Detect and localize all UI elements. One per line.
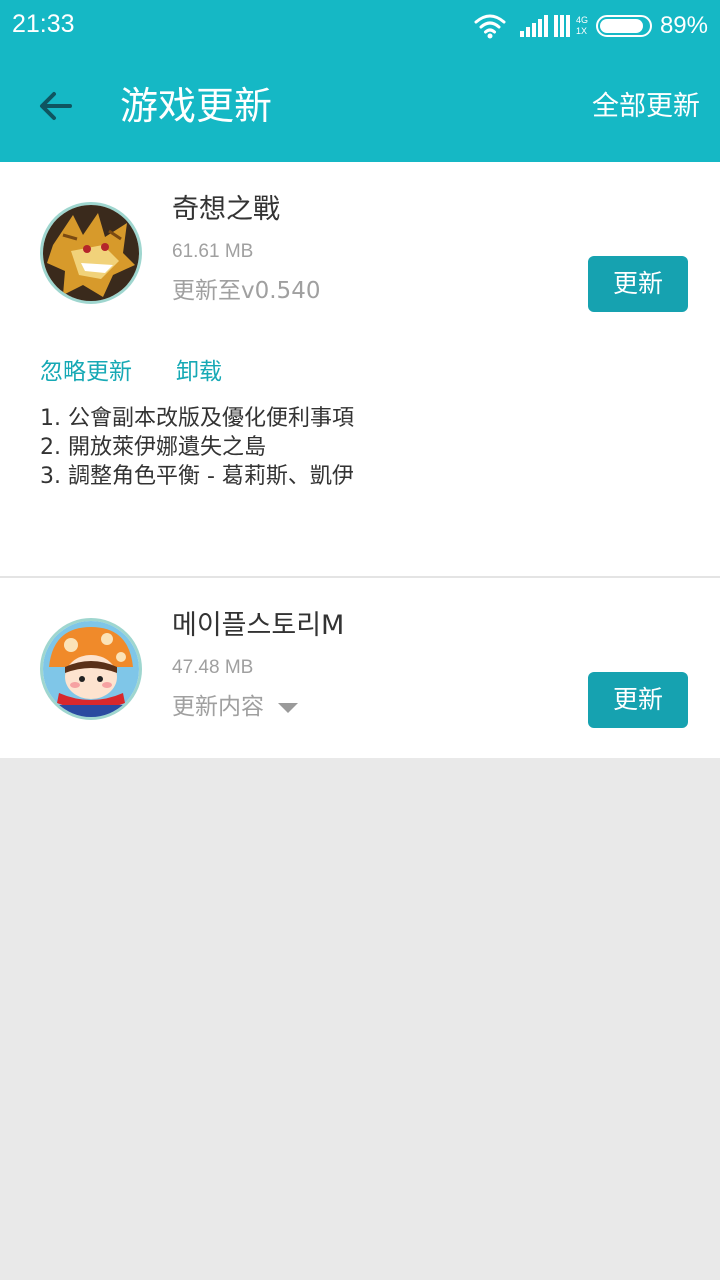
battery-percent: 89% [659,12,708,39]
update-card: 메이플스토리M 47.48 MB 更新内容 更新 [0,578,720,758]
update-details-label: 更新内容 [172,694,264,720]
update-button[interactable]: 更新 [588,256,688,312]
app-icon[interactable] [40,202,142,304]
chevron-down-icon [278,702,298,713]
release-note-line: 1. 公會副本改版及優化便利事項 [40,406,354,431]
app-version: 更新至v0.540 [172,278,321,304]
app-size: 47.48 MB [172,657,254,678]
status-bar: 21:33 4G 1X 89% [0,0,720,52]
wifi-icon [474,14,506,39]
release-notes: 1. 公會副本改版及優化便利事項 2. 開放萊伊娜遺失之島 3. 調整角色平衡 … [40,404,354,491]
update-all-button[interactable]: 全部更新 [592,89,700,125]
page-title: 游戏更新 [120,84,273,128]
app-name: 奇想之戰 [172,194,280,225]
uninstall-link[interactable]: 卸载 [176,356,222,388]
update-details-toggle[interactable]: 更新内容 [172,691,298,723]
release-note-line: 2. 開放萊伊娜遺失之島 [40,435,266,460]
network-type: 4G 1X [575,15,588,36]
release-note-line: 3. 調整角色平衡 - 葛莉斯、凱伊 [40,464,354,489]
app-size: 61.61 MB [172,241,254,262]
signal-icon [519,15,550,37]
mushroom-avatar-icon [43,621,139,717]
ignore-update-link[interactable]: 忽略更新 [40,356,132,388]
status-time: 21:33 [12,10,75,38]
app-icon[interactable] [40,618,142,720]
update-button[interactable]: 更新 [588,672,688,728]
update-card: 奇想之戰 61.61 MB 更新至v0.540 更新 忽略更新 卸载 1. 公會… [0,162,720,576]
arrow-left-icon[interactable] [32,82,80,130]
battery-icon [595,15,652,37]
app-bar: 游戏更新 全部更新 [0,52,720,162]
status-indicators: 4G 1X 89% [474,10,708,42]
signal-secondary-icon [553,15,572,37]
app-name: 메이플스토리M [172,610,345,641]
dragon-avatar-icon [43,205,139,301]
